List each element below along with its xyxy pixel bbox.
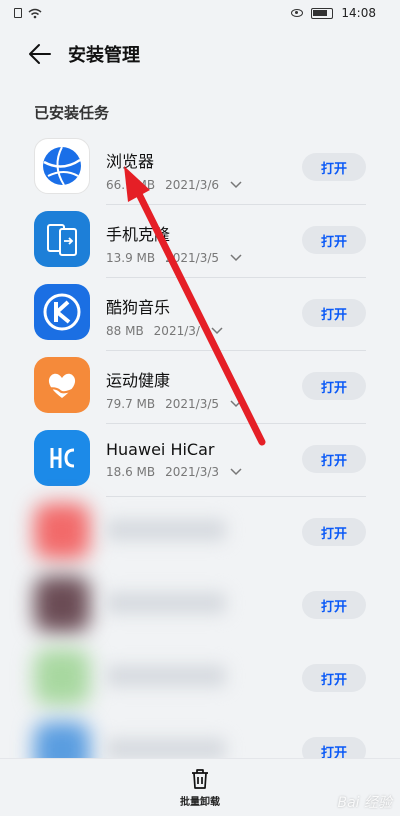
app-text: 浏览器 66.9 MB 2021/3/6: [106, 148, 243, 192]
app-date: 2021/3/6: [165, 178, 220, 192]
blurred-app-icon: [34, 503, 90, 559]
open-button[interactable]: 打开: [302, 664, 366, 692]
wifi-icon: [28, 8, 42, 18]
list-item[interactable]: 运动健康 79.7 MB 2021/3/5 打开: [0, 351, 400, 424]
list-item[interactable]: 手机克隆 13.9 MB 2021/3/5 打开: [0, 205, 400, 278]
chevron-down-icon[interactable]: [229, 253, 243, 263]
app-size: 79.7 MB: [106, 397, 156, 411]
app-meta: 18.6 MB 2021/3/3: [106, 465, 243, 479]
browser-icon: [34, 138, 90, 194]
phone-clone-icon: [34, 211, 90, 267]
app-meta: 79.7 MB 2021/3/5: [106, 397, 243, 411]
app-text: 酷狗音乐 88 MB 2021/3/: [106, 294, 224, 338]
trash-icon: [192, 768, 208, 789]
app-list: 浏览器 66.9 MB 2021/3/6 打开 手机克隆 13.9 MB 202…: [0, 132, 400, 789]
app-size: 13.9 MB: [106, 251, 156, 265]
status-bar: 14:08: [0, 0, 400, 26]
open-button[interactable]: 打开: [302, 445, 366, 473]
app-date: 2021/3/3: [165, 465, 220, 479]
eye-comfort-icon: [291, 9, 304, 17]
app-name: 运动健康: [106, 371, 171, 390]
app-text: 运动健康 79.7 MB 2021/3/5: [106, 367, 243, 411]
list-item[interactable]: 打开: [0, 497, 400, 570]
blurred-app-text: [106, 738, 226, 760]
app-date: 2021/3/5: [165, 397, 220, 411]
back-arrow-icon: [29, 44, 51, 64]
app-name: 手机克隆: [106, 225, 171, 244]
app-text: Huawei HiCar 18.6 MB 2021/3/3: [106, 440, 243, 479]
kugou-icon: [34, 284, 90, 340]
list-item[interactable]: 打开: [0, 570, 400, 643]
chevron-down-icon[interactable]: [210, 326, 224, 336]
app-name: 浏览器: [106, 152, 155, 171]
health-icon: [34, 357, 90, 413]
chevron-down-icon[interactable]: [229, 180, 243, 190]
app-meta: 13.9 MB 2021/3/5: [106, 251, 243, 265]
blurred-app-icon: [34, 576, 90, 632]
blurred-app-text: [106, 592, 226, 614]
chevron-down-icon[interactable]: [229, 399, 243, 409]
status-time: 14:08: [341, 6, 376, 20]
app-name: Huawei HiCar: [106, 440, 215, 459]
list-item[interactable]: Huawei HiCar 18.6 MB 2021/3/3 打开: [0, 424, 400, 497]
app-text: 手机克隆 13.9 MB 2021/3/5: [106, 221, 243, 265]
open-button[interactable]: 打开: [302, 226, 366, 254]
header: 安装管理: [0, 34, 400, 74]
section-title: 已安装任务: [34, 104, 110, 122]
chevron-down-icon[interactable]: [229, 467, 243, 477]
status-left: [14, 8, 42, 19]
page-title: 安装管理: [68, 45, 140, 66]
back-button[interactable]: [20, 34, 60, 74]
list-item[interactable]: 酷狗音乐 88 MB 2021/3/ 打开: [0, 278, 400, 351]
list-item[interactable]: 浏览器 66.9 MB 2021/3/6 打开: [0, 132, 400, 205]
app-meta: 88 MB 2021/3/: [106, 324, 224, 338]
blurred-app-icon: [34, 649, 90, 705]
app-size: 88 MB: [106, 324, 144, 338]
app-size: 18.6 MB: [106, 465, 156, 479]
hicar-icon: [34, 430, 90, 486]
sim-icon: [14, 8, 22, 18]
app-size: 66.9 MB: [106, 178, 156, 192]
list-item[interactable]: 打开: [0, 643, 400, 716]
batch-uninstall-label: 批量卸载: [180, 796, 220, 808]
open-button[interactable]: 打开: [302, 153, 366, 181]
app-meta: 66.9 MB 2021/3/6: [106, 178, 243, 192]
blurred-app-text: [106, 665, 226, 687]
battery-icon: [311, 7, 334, 19]
app-date: 2021/3/: [153, 324, 200, 338]
open-button[interactable]: 打开: [302, 299, 366, 327]
app-date: 2021/3/5: [165, 251, 220, 265]
open-button[interactable]: 打开: [302, 372, 366, 400]
blurred-app-text: [106, 519, 226, 541]
open-button[interactable]: 打开: [302, 591, 366, 619]
app-name: 酷狗音乐: [106, 298, 171, 317]
status-right: 14:08: [291, 6, 376, 20]
watermark-logo: Bai 经验: [337, 795, 392, 811]
batch-uninstall-button[interactable]: 批量卸载: [180, 768, 220, 808]
open-button[interactable]: 打开: [302, 518, 366, 546]
